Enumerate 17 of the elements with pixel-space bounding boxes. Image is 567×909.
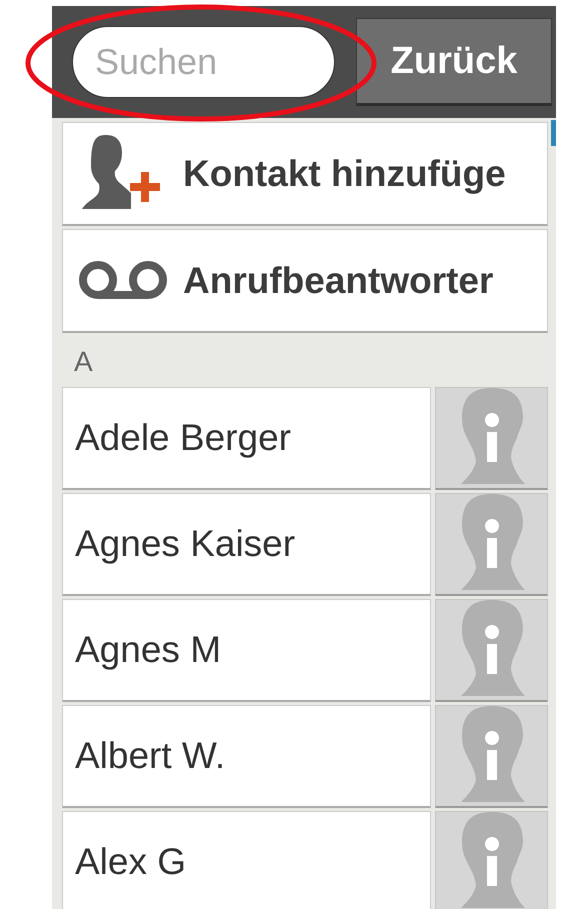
contact-info-button[interactable] [435,811,548,909]
voicemail-icon [78,260,168,302]
contact-name[interactable]: Adele Berger [62,387,431,490]
scrollbar-thumb [551,120,556,146]
contact-name[interactable]: Agnes Kaiser [62,493,431,596]
contact-info-button[interactable] [435,387,548,490]
contact-info-button[interactable] [435,493,548,596]
add-contact-item[interactable]: Kontakt hinzufüge [62,122,548,226]
contact-info-button[interactable] [435,705,548,808]
back-button[interactable]: Zurück [356,18,552,106]
contact-name[interactable]: Albert W. [62,705,431,808]
search-field[interactable]: Suchen [72,26,335,98]
voicemail-item[interactable]: Anrufbeantworter [62,229,548,333]
contact-info-button[interactable] [435,599,548,702]
contact-name[interactable]: Agnes M [62,599,431,702]
contact-name[interactable]: Alex G [62,811,431,909]
section-letter: A [73,345,94,379]
